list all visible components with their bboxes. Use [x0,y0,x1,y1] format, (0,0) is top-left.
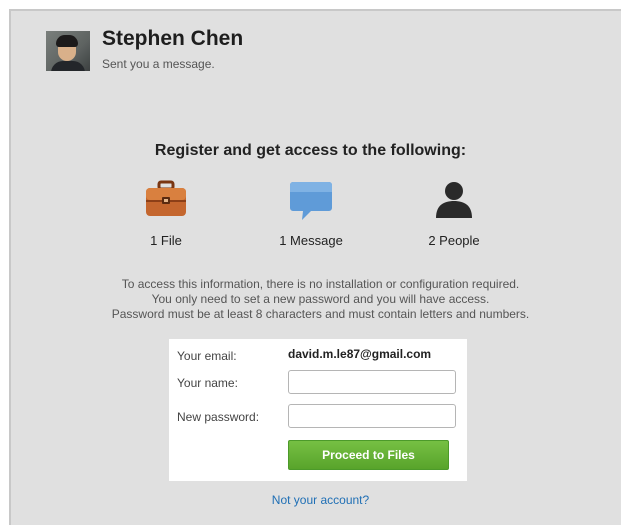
feature-people-label: 2 People [428,233,480,248]
new-password-input[interactable] [288,404,456,428]
speech-bubble-icon [290,182,332,220]
email-label: Your email: [177,349,237,363]
not-your-account-link[interactable]: Not your account? [0,493,621,507]
sender-avatar [46,31,90,71]
feature-files: 1 File [101,180,231,248]
page-frame: Stephen Chen Sent you a message. Registe… [0,0,621,525]
sender-name: Stephen Chen [102,27,244,50]
password-label: New password: [177,410,260,424]
briefcase-icon [146,180,186,216]
name-label: Your name: [177,376,238,390]
register-headline: Register and get access to the following… [154,142,467,159]
info-line: Password must be at least 8 characters a… [111,307,530,321]
access-info: To access this information, there is no … [0,277,621,322]
proceed-to-files-button[interactable]: Proceed to Files [288,440,449,470]
sender-subtitle: Sent you a message. [102,57,215,71]
feature-messages: 1 Message [246,180,376,248]
info-line: To access this information, there is no … [121,277,520,291]
name-input[interactable] [288,370,456,394]
feature-people: 2 People [389,180,519,248]
feature-files-label: 1 File [150,233,182,248]
feature-messages-label: 1 Message [279,233,343,248]
email-value: david.m.le87@gmail.com [288,347,432,361]
person-icon [436,182,472,218]
registration-form: Your email: david.m.le87@gmail.com Your … [169,339,467,481]
info-line: You only need to set a new password and … [151,292,490,306]
